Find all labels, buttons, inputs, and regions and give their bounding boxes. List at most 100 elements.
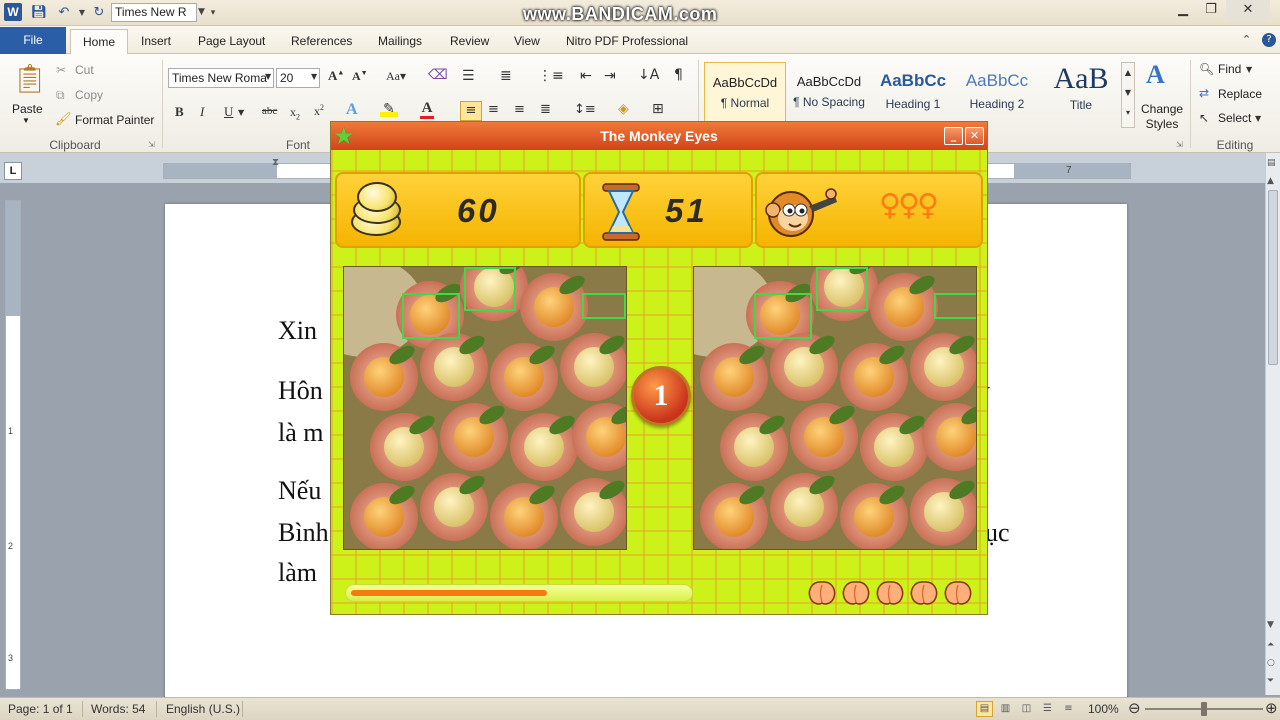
borders-icon[interactable]: ⊞: [652, 101, 664, 117]
numbering-icon[interactable]: ≣: [500, 68, 512, 84]
format-painter-button[interactable]: Format Painter: [75, 113, 154, 127]
tab-review[interactable]: Review: [448, 29, 491, 54]
tab-references[interactable]: References: [289, 29, 354, 54]
print-layout-icon[interactable]: ▤: [976, 701, 993, 717]
next-page-icon[interactable]: ⏷: [1267, 676, 1274, 686]
tab-page-layout[interactable]: Page Layout: [196, 29, 267, 54]
shading-icon[interactable]: ◈: [618, 101, 629, 117]
browse-object-icon[interactable]: ○: [1267, 658, 1275, 668]
peach-hint-icon[interactable]: [807, 577, 837, 607]
zoom-out-icon[interactable]: ⊖: [1128, 699, 1141, 717]
style-heading-1[interactable]: AaBbCc Heading 1: [872, 62, 954, 124]
tab-stop-selector[interactable]: L: [4, 162, 22, 180]
redo-icon[interactable]: ↻: [90, 4, 108, 22]
find-button[interactable]: Find: [1218, 62, 1241, 76]
style-heading-2[interactable]: AaBbCc Heading 2: [956, 62, 1038, 124]
align-right-icon[interactable]: ≡: [514, 102, 525, 117]
replace-button[interactable]: Replace: [1218, 87, 1262, 101]
increase-indent-icon[interactable]: ⇥: [604, 68, 616, 84]
tab-insert[interactable]: Insert: [139, 29, 173, 54]
superscript-icon[interactable]: x2: [314, 103, 324, 119]
word-app-icon[interactable]: W: [4, 3, 22, 21]
scroll-thumb[interactable]: [1268, 190, 1278, 365]
underline-dropdown-icon[interactable]: ▼: [238, 108, 244, 117]
outline-icon[interactable]: ☰: [1039, 701, 1056, 717]
quick-font-box[interactable]: Times New R: [111, 3, 197, 22]
bold-icon[interactable]: B: [175, 104, 184, 120]
multilevel-list-icon[interactable]: ⋮≡: [538, 68, 564, 84]
indent-marker-icon[interactable]: ⧗: [272, 157, 279, 168]
select-button[interactable]: Select: [1218, 111, 1251, 125]
decrease-indent-icon[interactable]: ⇤: [580, 68, 592, 84]
tab-view[interactable]: View: [512, 29, 542, 54]
scroll-down-icon[interactable]: ▼: [1267, 620, 1274, 630]
game-title-bar[interactable]: ★ The Monkey Eyes _ ✕: [331, 122, 987, 150]
justify-icon[interactable]: ≣: [540, 102, 551, 117]
change-styles-button[interactable]: Change Styles: [1141, 102, 1183, 132]
change-case-icon[interactable]: Aa▾: [386, 69, 406, 84]
monkey-eyes-game-window[interactable]: ★ The Monkey Eyes _ ✕ 60 51 ♀♀♀ 1: [330, 121, 988, 615]
bullets-icon[interactable]: ☰: [462, 68, 475, 84]
save-icon[interactable]: 💾︎: [30, 4, 48, 22]
peach-hint-icon[interactable]: [909, 577, 939, 607]
strikethrough-icon[interactable]: abc: [262, 105, 277, 117]
paste-dropdown-icon[interactable]: ▼: [22, 116, 30, 125]
sort-icon[interactable]: ↓A: [638, 67, 659, 83]
line-spacing-icon[interactable]: ↕≡: [574, 102, 596, 117]
tab-file[interactable]: File: [0, 27, 66, 54]
tab-mailings[interactable]: Mailings: [376, 29, 424, 54]
style-normal[interactable]: AaBbCcDd ¶ Normal: [704, 62, 786, 124]
cut-button[interactable]: Cut: [75, 63, 94, 77]
styles-launcher-icon[interactable]: ⇲: [1176, 140, 1183, 149]
undo-dropdown-icon[interactable]: ▼: [73, 4, 91, 22]
close-window-button[interactable]: ✕: [1226, 0, 1270, 20]
subscript-icon[interactable]: x2: [290, 105, 300, 121]
help-icon[interactable]: ?: [1262, 33, 1276, 47]
left-photo[interactable]: [343, 266, 627, 550]
game-minimize-button[interactable]: _: [944, 127, 963, 145]
game-close-button[interactable]: ✕: [965, 127, 984, 145]
clear-formatting-icon[interactable]: ⌫: [428, 67, 448, 83]
ruler-toggle-icon[interactable]: ▤: [1267, 158, 1276, 168]
clipboard-launcher-icon[interactable]: ⇲: [148, 140, 155, 149]
zoom-level[interactable]: 100%: [1088, 702, 1119, 716]
collapse-ribbon-icon[interactable]: ⌃: [1242, 33, 1251, 46]
find-dropdown-icon[interactable]: ▼: [1246, 65, 1252, 74]
scroll-up-icon[interactable]: ▲: [1267, 176, 1274, 186]
text-effects-icon[interactable]: A: [346, 101, 358, 119]
italic-icon[interactable]: I: [200, 104, 204, 120]
paste-button[interactable]: Paste: [12, 102, 43, 116]
customize-toolbar-icon[interactable]: ▾: [204, 4, 222, 22]
right-photo[interactable]: [693, 266, 977, 550]
tab-nitro-pdf[interactable]: Nitro PDF Professional: [564, 29, 690, 54]
previous-page-icon[interactable]: ⏶: [1267, 640, 1274, 650]
shrink-font-icon[interactable]: A▼: [352, 69, 368, 84]
language[interactable]: English (U.S.): [166, 702, 240, 716]
restore-window-button[interactable]: ❐: [1194, 0, 1228, 20]
font-family-box[interactable]: Times New Roma: [168, 68, 274, 88]
zoom-in-icon[interactable]: ⊕: [1265, 699, 1278, 717]
highlight-icon[interactable]: ✎: [380, 101, 398, 117]
select-dropdown-icon[interactable]: ▼: [1255, 114, 1261, 123]
align-left-icon[interactable]: ≡: [460, 101, 482, 121]
peach-hint-icon[interactable]: [875, 577, 905, 607]
peach-hint-icon[interactable]: [943, 577, 973, 607]
align-center-icon[interactable]: ≡: [488, 102, 499, 117]
page-count[interactable]: Page: 1 of 1: [8, 702, 73, 716]
full-screen-reading-icon[interactable]: ▥: [997, 701, 1014, 717]
vertical-ruler[interactable]: 1 2 3: [5, 200, 21, 690]
word-count[interactable]: Words: 54: [91, 702, 145, 716]
zoom-slider-thumb[interactable]: [1201, 702, 1207, 716]
grow-font-icon[interactable]: A▲: [328, 68, 344, 84]
styles-gallery-scroll-icon[interactable]: ▲ ▼ ▾: [1121, 62, 1135, 128]
style-no-spacing[interactable]: AaBbCcDd ¶ No Spacing: [788, 62, 870, 124]
style-title[interactable]: AaB Title: [1040, 62, 1122, 124]
tab-home[interactable]: Home: [70, 29, 129, 54]
show-formatting-icon[interactable]: ¶: [674, 67, 683, 83]
change-styles-icon[interactable]: A: [1146, 60, 1165, 90]
copy-button[interactable]: Copy: [75, 88, 103, 102]
underline-icon[interactable]: U: [224, 104, 233, 120]
font-color-icon[interactable]: A: [420, 100, 434, 119]
undo-icon[interactable]: ↶: [55, 4, 73, 22]
font-family-dropdown-icon[interactable]: ▼: [265, 72, 271, 81]
